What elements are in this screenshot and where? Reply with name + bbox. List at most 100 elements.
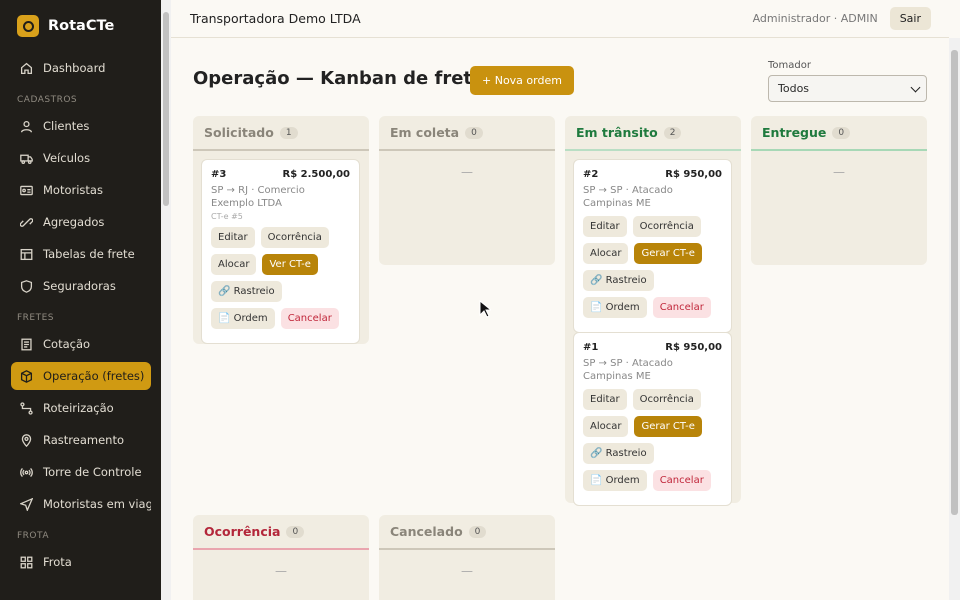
freight-card[interactable]: #2 R$ 950,00 SP → SP · Atacado Campinas M… [573, 159, 732, 333]
card-value: R$ 950,00 [665, 342, 722, 353]
kanban-column-ocorrencia: Ocorrência 0 — [193, 515, 369, 600]
scrollbar-thumb[interactable] [951, 50, 958, 515]
brand[interactable]: RotaCTe [0, 0, 161, 52]
id-card-icon [20, 185, 33, 195]
column-header: Cancelado 0 [379, 515, 555, 550]
empty-column-marker: — [275, 564, 287, 578]
column-title: Entregue [762, 125, 827, 140]
logo-icon [17, 15, 39, 37]
card-id: #1 [583, 342, 599, 353]
kanban-column-solicitado: Solicitado 1 #3 R$ 2.500,00 SP → RJ · Com… [193, 116, 369, 344]
sidebar-item-torre-controle[interactable]: Torre de Controle [11, 458, 151, 486]
column-count-badge: 0 [465, 126, 483, 139]
generate-cte-button[interactable]: Gerar CT-e [634, 243, 702, 264]
occurrence-button[interactable]: Ocorrência [632, 389, 701, 410]
view-cte-button[interactable]: Ver CT-e [262, 254, 318, 275]
allocate-button[interactable]: Alocar [211, 254, 257, 275]
order-button[interactable]: 📄 Ordem [583, 297, 647, 318]
sidebar-scrollbar[interactable] [161, 0, 171, 600]
tracking-button[interactable]: 🔗 Rastreio [211, 281, 282, 302]
sidebar-section-title: CADASTROS [17, 95, 78, 105]
card-route: SP → SP · Atacado Campinas ME [583, 185, 673, 209]
kanban-column-em-transito: Em trânsito 2 #2 R$ 950,00 SP → SP · Atac… [565, 116, 741, 506]
sidebar-item-dashboard[interactable]: Dashboard [11, 54, 151, 82]
column-title: Em trânsito [576, 125, 658, 140]
app-name: RotaCTe [48, 18, 115, 34]
send-icon [20, 497, 33, 511]
sidebar-item-roteirizacao[interactable]: Roteirização [11, 394, 151, 422]
sidebar-item-motoristas-viagem[interactable]: Motoristas em viag… [11, 490, 151, 518]
filter-label: Tomador [768, 60, 811, 71]
freight-card[interactable]: #1 R$ 950,00 SP → SP · Atacado Campinas M… [573, 332, 732, 506]
sidebar-item-agregados[interactable]: Agregados [11, 208, 151, 236]
chevron-down-icon [910, 82, 921, 93]
tomador-select-value: Todos [778, 82, 810, 95]
order-button[interactable]: 📄 Ordem [211, 308, 275, 329]
tracking-button[interactable]: 🔗 Rastreio [583, 270, 654, 291]
occurrence-button[interactable]: Ocorrência [260, 227, 329, 248]
main-scrollbar[interactable] [949, 38, 960, 600]
kanban-column-cancelado: Cancelado 0 — [379, 515, 555, 600]
column-title: Cancelado [390, 524, 463, 539]
pin-icon [21, 433, 32, 447]
allocate-button[interactable]: Alocar [583, 416, 629, 437]
sidebar-item-operacao[interactable]: Operação (fretes) [11, 362, 151, 390]
edit-button[interactable]: Editar [211, 227, 255, 248]
card-route: SP → RJ · Comercio Exemplo LTDA [211, 185, 305, 209]
sidebar-item-veiculos[interactable]: Veículos [11, 144, 151, 172]
scrollbar-thumb[interactable] [163, 12, 169, 206]
column-count-badge: 0 [832, 126, 851, 139]
card-route: SP → SP · Atacado Campinas ME [583, 358, 673, 382]
link-icon [20, 217, 33, 227]
topbar: Transportadora Demo LTDA Administrador ·… [171, 0, 949, 38]
empty-column-marker: — [461, 165, 473, 179]
sidebar-section-title: FROTA [17, 531, 49, 541]
document-icon [21, 338, 32, 350]
edit-button[interactable]: Editar [583, 216, 627, 237]
column-header: Em trânsito 2 [565, 116, 741, 151]
main-content: Operação — Kanban de fretes + Nova ordem… [171, 38, 949, 600]
page-title: Operação — Kanban de fretes [193, 68, 495, 89]
table-icon [20, 248, 33, 260]
kanban-column-em-coleta: Em coleta 0 — [379, 116, 555, 265]
cancel-button[interactable]: Cancelar [652, 470, 711, 491]
sidebar-item-frota[interactable]: Frota [11, 548, 151, 576]
sidebar-item-seguradoras[interactable]: Seguradoras [11, 272, 151, 300]
sidebar-item-clientes[interactable]: Clientes [11, 112, 151, 140]
shield-icon [20, 279, 33, 293]
sidebar-item-rastreamento[interactable]: Rastreamento [11, 426, 151, 454]
column-title: Solicitado [204, 125, 274, 140]
column-title: Ocorrência [204, 524, 281, 539]
user-info: Administrador · ADMIN [752, 12, 878, 25]
mouse-cursor-icon [479, 300, 491, 318]
allocate-button[interactable]: Alocar [583, 243, 629, 264]
sidebar: RotaCTe Dashboard CADASTROS Clientes Veí… [0, 0, 161, 600]
occurrence-button[interactable]: Ocorrência [632, 216, 701, 237]
logout-button[interactable]: Sair [889, 7, 931, 30]
column-header: Ocorrência 0 [193, 515, 369, 550]
sidebar-item-motoristas[interactable]: Motoristas [11, 176, 151, 204]
company-name: Transportadora Demo LTDA [190, 11, 361, 26]
sidebar-item-cotacao[interactable]: Cotação [11, 330, 151, 358]
tracking-button[interactable]: 🔗 Rastreio [583, 443, 654, 464]
new-order-button[interactable]: + Nova ordem [470, 66, 574, 95]
route-icon [20, 401, 33, 415]
cancel-button[interactable]: Cancelar [280, 308, 339, 329]
card-id: #3 [211, 169, 227, 180]
home-icon [20, 62, 33, 74]
column-header: Solicitado 1 [193, 116, 369, 151]
column-count-badge: 2 [663, 126, 682, 139]
truck-icon [20, 154, 33, 164]
empty-column-marker: — [461, 564, 473, 578]
column-header: Em coleta 0 [379, 116, 555, 151]
grid-icon [20, 556, 33, 568]
tomador-select[interactable]: Todos [768, 75, 927, 102]
cancel-button[interactable]: Cancelar [652, 297, 711, 318]
user-icon [20, 120, 33, 132]
generate-cte-button[interactable]: Gerar CT-e [634, 416, 702, 437]
freight-card[interactable]: #3 R$ 2.500,00 SP → RJ · Comercio Exemplo… [201, 159, 360, 344]
sidebar-item-tabelas-frete[interactable]: Tabelas de frete [11, 240, 151, 268]
card-cte-meta: CT-e #5 [211, 212, 243, 221]
edit-button[interactable]: Editar [583, 389, 627, 410]
order-button[interactable]: 📄 Ordem [583, 470, 647, 491]
